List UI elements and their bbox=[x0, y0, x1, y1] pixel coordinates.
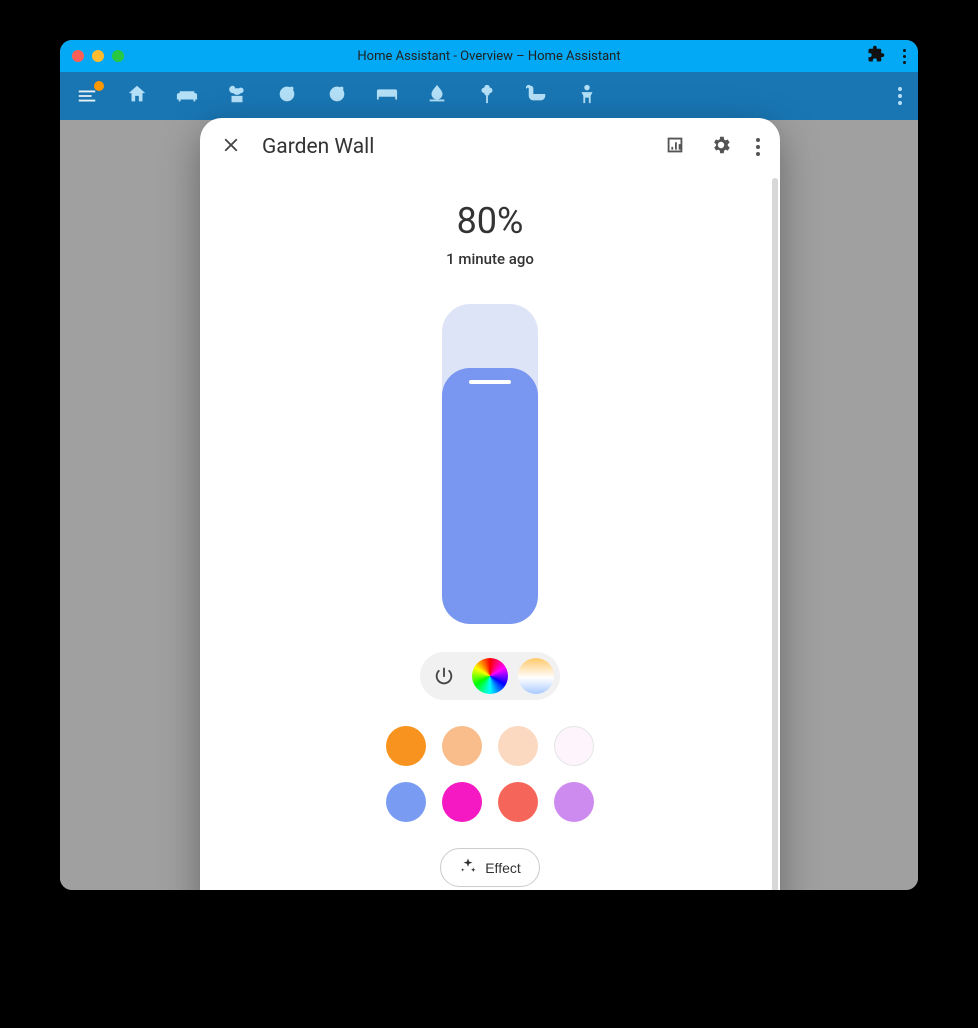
traffic-lights bbox=[72, 50, 124, 62]
sparkle-icon bbox=[459, 857, 477, 878]
last-changed-label: 1 minute ago bbox=[446, 250, 534, 268]
close-icon[interactable] bbox=[220, 134, 242, 160]
tab-icons bbox=[126, 83, 870, 109]
tab-person-icon[interactable] bbox=[576, 83, 598, 109]
settings-icon[interactable] bbox=[710, 134, 732, 160]
browser-menu-icon[interactable] bbox=[903, 49, 906, 64]
tab-flower-icon[interactable] bbox=[476, 83, 498, 109]
effect-label: Effect bbox=[485, 860, 521, 876]
zoom-window-button[interactable] bbox=[112, 50, 124, 62]
dialog-overflow-icon[interactable] bbox=[756, 138, 760, 156]
color-swatch-peach[interactable] bbox=[442, 726, 482, 766]
dialog-title: Garden Wall bbox=[262, 135, 374, 159]
brightness-percent: 80% bbox=[457, 200, 524, 242]
color-swatch-orange[interactable] bbox=[386, 726, 426, 766]
toolbar-overflow-icon[interactable] bbox=[898, 87, 902, 105]
tab-baby1-icon[interactable] bbox=[276, 83, 298, 109]
slider-fill bbox=[442, 368, 538, 624]
dialog-body: 80% 1 minute ago bbox=[200, 176, 780, 890]
tab-baby2-icon[interactable] bbox=[326, 83, 348, 109]
minimize-window-button[interactable] bbox=[92, 50, 104, 62]
mode-selector bbox=[420, 652, 560, 700]
color-swatch-lavender[interactable] bbox=[554, 782, 594, 822]
slider-handle[interactable] bbox=[469, 380, 511, 384]
history-icon[interactable] bbox=[664, 134, 686, 160]
tab-humidity-icon[interactable] bbox=[426, 83, 448, 109]
effect-button[interactable]: Effect bbox=[440, 848, 540, 887]
power-toggle-button[interactable] bbox=[426, 658, 462, 694]
tab-bathtub-icon[interactable] bbox=[526, 83, 548, 109]
color-mode-button[interactable] bbox=[472, 658, 508, 694]
sidebar-menu-button[interactable] bbox=[76, 85, 98, 107]
notification-badge bbox=[94, 81, 104, 91]
window-title: Home Assistant - Overview – Home Assista… bbox=[60, 49, 918, 64]
light-dialog: Garden Wall 80% 1 minute ago bbox=[200, 118, 780, 890]
color-swatch-grid bbox=[386, 726, 594, 822]
app-toolbar bbox=[60, 72, 918, 120]
extensions-icon[interactable] bbox=[867, 45, 885, 67]
color-swatch-light-peach[interactable] bbox=[498, 726, 538, 766]
tab-bed-icon[interactable] bbox=[376, 83, 398, 109]
tab-sofa-icon[interactable] bbox=[176, 83, 198, 109]
brightness-slider[interactable] bbox=[442, 304, 538, 624]
color-swatch-periwinkle[interactable] bbox=[386, 782, 426, 822]
color-temp-mode-button[interactable] bbox=[518, 658, 554, 694]
tab-teddy-icon[interactable] bbox=[226, 83, 248, 109]
close-window-button[interactable] bbox=[72, 50, 84, 62]
color-swatch-coral[interactable] bbox=[498, 782, 538, 822]
dialog-header: Garden Wall bbox=[200, 118, 780, 176]
tab-home-icon[interactable] bbox=[126, 83, 148, 109]
scrollbar[interactable] bbox=[772, 178, 778, 890]
color-swatch-near-white[interactable] bbox=[554, 726, 594, 766]
color-swatch-magenta[interactable] bbox=[442, 782, 482, 822]
browser-window: Home Assistant - Overview – Home Assista… bbox=[60, 40, 918, 890]
titlebar: Home Assistant - Overview – Home Assista… bbox=[60, 40, 918, 72]
